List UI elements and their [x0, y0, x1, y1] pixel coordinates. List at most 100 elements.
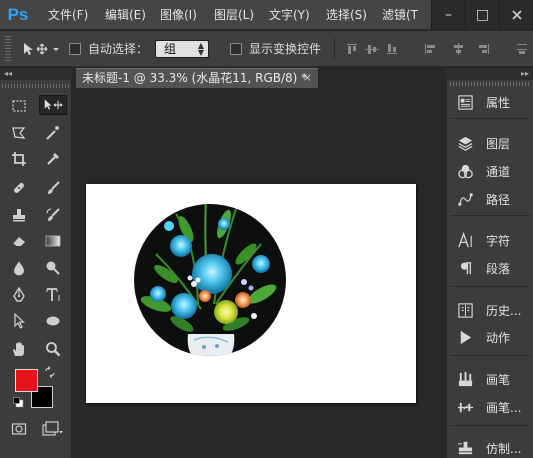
paragraph-label: 段落 — [486, 261, 511, 276]
close-window-button[interactable] — [499, 0, 533, 30]
path-selection-icon — [14, 313, 25, 329]
document-tab[interactable]: 未标题-1 @ 33.3% (水晶花11, RGB/8) * × — [76, 68, 318, 88]
layers-panel-button[interactable]: 图层 — [452, 131, 530, 155]
document-canvas[interactable] — [86, 184, 416, 403]
magic-wand-tool[interactable] — [42, 123, 64, 143]
swap-colors-icon[interactable] — [44, 366, 56, 378]
brush-tool[interactable] — [42, 178, 64, 198]
tools-panel-header[interactable]: ◂◂ — [0, 68, 72, 80]
droplet-icon — [14, 261, 24, 276]
magic-wand-icon — [46, 126, 59, 140]
move-tool-preset-button[interactable] — [20, 40, 60, 58]
show-transform-controls-checkbox[interactable] — [230, 43, 242, 55]
channels-icon — [457, 164, 473, 178]
eraser-tool[interactable] — [8, 231, 30, 251]
close-icon — [511, 10, 522, 20]
character-panel-button[interactable]: 字符 — [452, 228, 530, 252]
dodge-tool[interactable] — [42, 258, 64, 278]
lasso-tool[interactable] — [8, 123, 30, 143]
brush-presets-label: 画笔 — [486, 372, 511, 387]
auto-select-label: 自动选择： — [88, 42, 149, 56]
menu-type[interactable]: 文字(Y) — [269, 0, 310, 30]
brush-presets-icon — [458, 371, 472, 386]
menu-edit[interactable]: 编辑(E) — [105, 0, 146, 30]
move-tool[interactable] — [39, 95, 67, 115]
auto-select-checkbox[interactable] — [69, 43, 81, 55]
panel-dock-header[interactable]: ▸▸ — [446, 68, 533, 80]
actions-panel-button[interactable]: 动作 — [452, 325, 530, 349]
menu-file[interactable]: 文件(F) — [48, 0, 88, 30]
menu-select[interactable]: 选择(S) — [326, 0, 367, 30]
ellipse-tool[interactable] — [42, 311, 64, 331]
auto-select-target-dropdown[interactable]: 组 ▲ ▼ — [155, 40, 209, 58]
channels-panel-button[interactable]: 通道 — [452, 159, 530, 183]
actions-icon — [460, 330, 471, 344]
polygonal-lasso-icon — [12, 127, 26, 139]
dock-separator — [450, 286, 530, 287]
options-bar-grip[interactable] — [5, 36, 11, 62]
dropdown-arrows-icon: ▲ ▼ — [197, 41, 204, 57]
tools-panel-grip[interactable] — [2, 84, 70, 88]
dock-separator — [450, 215, 530, 216]
history-label: 历史... — [486, 303, 522, 318]
default-colors-icon[interactable] — [13, 397, 24, 408]
clone-source-label: 仿制... — [486, 441, 522, 456]
rectangular-marquee-icon — [12, 100, 26, 112]
panel-dock-grip[interactable] — [450, 82, 530, 86]
align-top-edges-icon[interactable] — [346, 43, 358, 55]
minimize-button[interactable]: – — [431, 0, 465, 30]
close-document-icon[interactable]: × — [303, 69, 312, 87]
distribute-top-edges-icon[interactable] — [516, 43, 528, 55]
photoshop-logo: Ps — [7, 5, 29, 24]
spot-healing-brush-tool[interactable] — [8, 178, 30, 198]
paragraph-icon — [460, 261, 471, 274]
brush-icon — [48, 181, 60, 194]
quick-mask-button[interactable] — [8, 419, 30, 439]
crop-tool[interactable] — [8, 149, 30, 169]
brush-presets-panel-button[interactable]: 画笔 — [452, 367, 530, 391]
gradient-tool[interactable] — [42, 231, 64, 251]
path-selection-tool[interactable] — [8, 311, 30, 331]
zoom-tool[interactable] — [42, 339, 64, 359]
screen-mode-button[interactable] — [40, 419, 66, 439]
clone-source-icon — [457, 441, 472, 454]
eyedropper-icon — [47, 152, 60, 165]
screen-mode-icon — [42, 421, 63, 436]
menu-filter[interactable]: 滤镜(T — [382, 0, 418, 30]
paragraph-panel-button[interactable]: 段落 — [452, 256, 530, 280]
hand-icon — [13, 342, 24, 356]
align-right-edges-icon[interactable] — [478, 43, 490, 55]
hand-tool[interactable] — [8, 339, 30, 359]
paths-label: 路径 — [486, 192, 511, 207]
properties-panel-button[interactable]: 属性 — [452, 90, 530, 114]
show-transform-controls-label: 显示变换控件 — [249, 42, 322, 56]
pen-tool[interactable] — [8, 285, 30, 305]
channels-label: 通道 — [486, 164, 511, 179]
horizontal-type-tool[interactable] — [42, 285, 64, 305]
move-tool-icon — [24, 43, 59, 55]
maximize-button[interactable]: □ — [465, 0, 499, 30]
eyedropper-tool[interactable] — [42, 149, 64, 169]
align-bottom-edges-icon[interactable] — [386, 43, 398, 55]
quick-mask-icon — [11, 423, 27, 435]
brush-panel-button[interactable]: 画笔... — [452, 395, 530, 419]
align-left-edges-icon[interactable] — [424, 43, 436, 55]
rectangular-marquee-tool[interactable] — [8, 96, 30, 116]
blur-tool[interactable] — [8, 258, 30, 278]
history-icon — [457, 302, 473, 318]
history-panel-button[interactable]: 历史... — [452, 298, 530, 322]
align-horizontal-centers-icon[interactable] — [452, 43, 464, 55]
paths-panel-button[interactable]: 路径 — [452, 187, 530, 211]
eraser-icon — [12, 237, 25, 247]
dodge-icon — [46, 261, 60, 275]
menu-image[interactable]: 图像(I) — [160, 0, 197, 30]
menu-layer[interactable]: 图层(L) — [214, 0, 254, 30]
gradient-icon — [45, 235, 61, 247]
clone-source-panel-button[interactable]: 仿制... — [452, 436, 530, 458]
history-brush-tool[interactable] — [42, 205, 64, 225]
align-vertical-centers-icon[interactable] — [366, 43, 378, 55]
foreground-color-swatch[interactable] — [15, 369, 38, 392]
dock-separator — [450, 425, 530, 426]
ellipse-icon — [46, 316, 60, 326]
clone-stamp-tool[interactable] — [8, 205, 30, 225]
